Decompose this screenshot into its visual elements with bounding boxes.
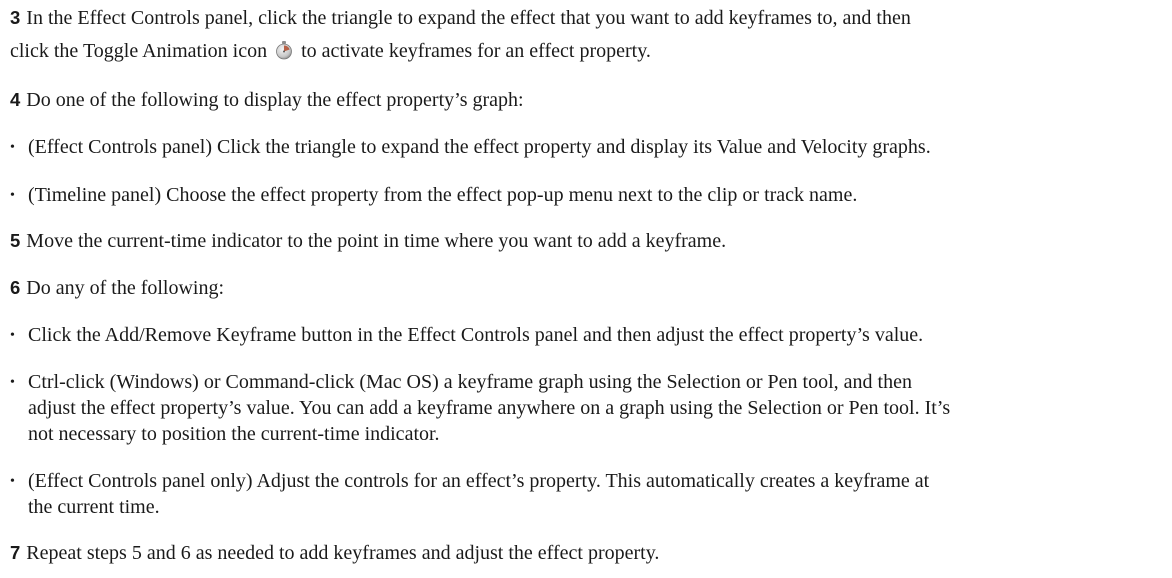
step-number: 7 [10,542,21,563]
stopwatch-icon [274,40,294,67]
step-text: click the Toggle Animation icon [10,40,268,62]
step-number: 3 [10,7,21,28]
step-number: 4 [10,89,21,110]
step-text: to activate keyframes for an effect prop… [301,40,651,62]
step-number: 6 [10,277,21,298]
bullet-text: not necessary to position the current-ti… [28,423,440,445]
bullet-text: the current time. [28,496,160,518]
bullet-text: Click the Add/Remove Keyframe button in … [28,324,924,346]
bullet-text: adjust the effect property’s value. You … [28,397,951,419]
bullet-text: (Timeline panel) Choose the effect prope… [28,184,858,206]
step-number: 5 [10,230,21,251]
step-4: 4 Do one of the following to display the … [10,87,524,113]
list-item: • (Timeline panel) Choose the effect prop… [10,182,857,211]
bullet-text: (Effect Controls panel only) Adjust the … [28,470,930,492]
list-item: • (Effect Controls panel only) Adjust the… [10,468,929,497]
document-page: 3 In the Effect Controls panel, click the… [0,0,1172,578]
bullet-text: (Effect Controls panel) Click the triang… [28,136,931,158]
list-item: • Click the Add/Remove Keyframe button in… [10,322,923,351]
step-text: Do one of the following to display the e… [26,89,524,111]
list-item-continuation: adjust the effect property’s value. You … [28,395,950,421]
bullet: • [10,188,15,203]
bullet: • [10,474,15,489]
step-text: Move the current-time indicator to the p… [26,230,727,252]
step-7: 7 Repeat steps 5 and 6 as needed to add k… [10,540,659,566]
step-text: Repeat steps 5 and 6 as needed to add ke… [26,542,660,564]
bullet: • [10,375,15,390]
bullet-text: Ctrl-click (Windows) or Command-click (M… [28,371,912,393]
step-text: Do any of the following: [26,277,225,299]
step-3-line-1: 3 In the Effect Controls panel, click the… [10,5,911,31]
bullet: • [10,140,15,155]
list-item-continuation: not necessary to position the current-ti… [28,421,440,447]
step-3-line-2: click the Toggle Animation icon to activ… [10,38,651,67]
list-item: • (Effect Controls panel) Click the trian… [10,134,931,163]
step-5: 5 Move the current-time indicator to the … [10,228,726,254]
step-text: In the Effect Controls panel, click the … [26,7,911,29]
list-item: • Ctrl-click (Windows) or Command-click (… [10,369,912,398]
step-6: 6 Do any of the following: [10,275,224,301]
bullet: • [10,328,15,343]
list-item-continuation: the current time. [28,494,160,520]
